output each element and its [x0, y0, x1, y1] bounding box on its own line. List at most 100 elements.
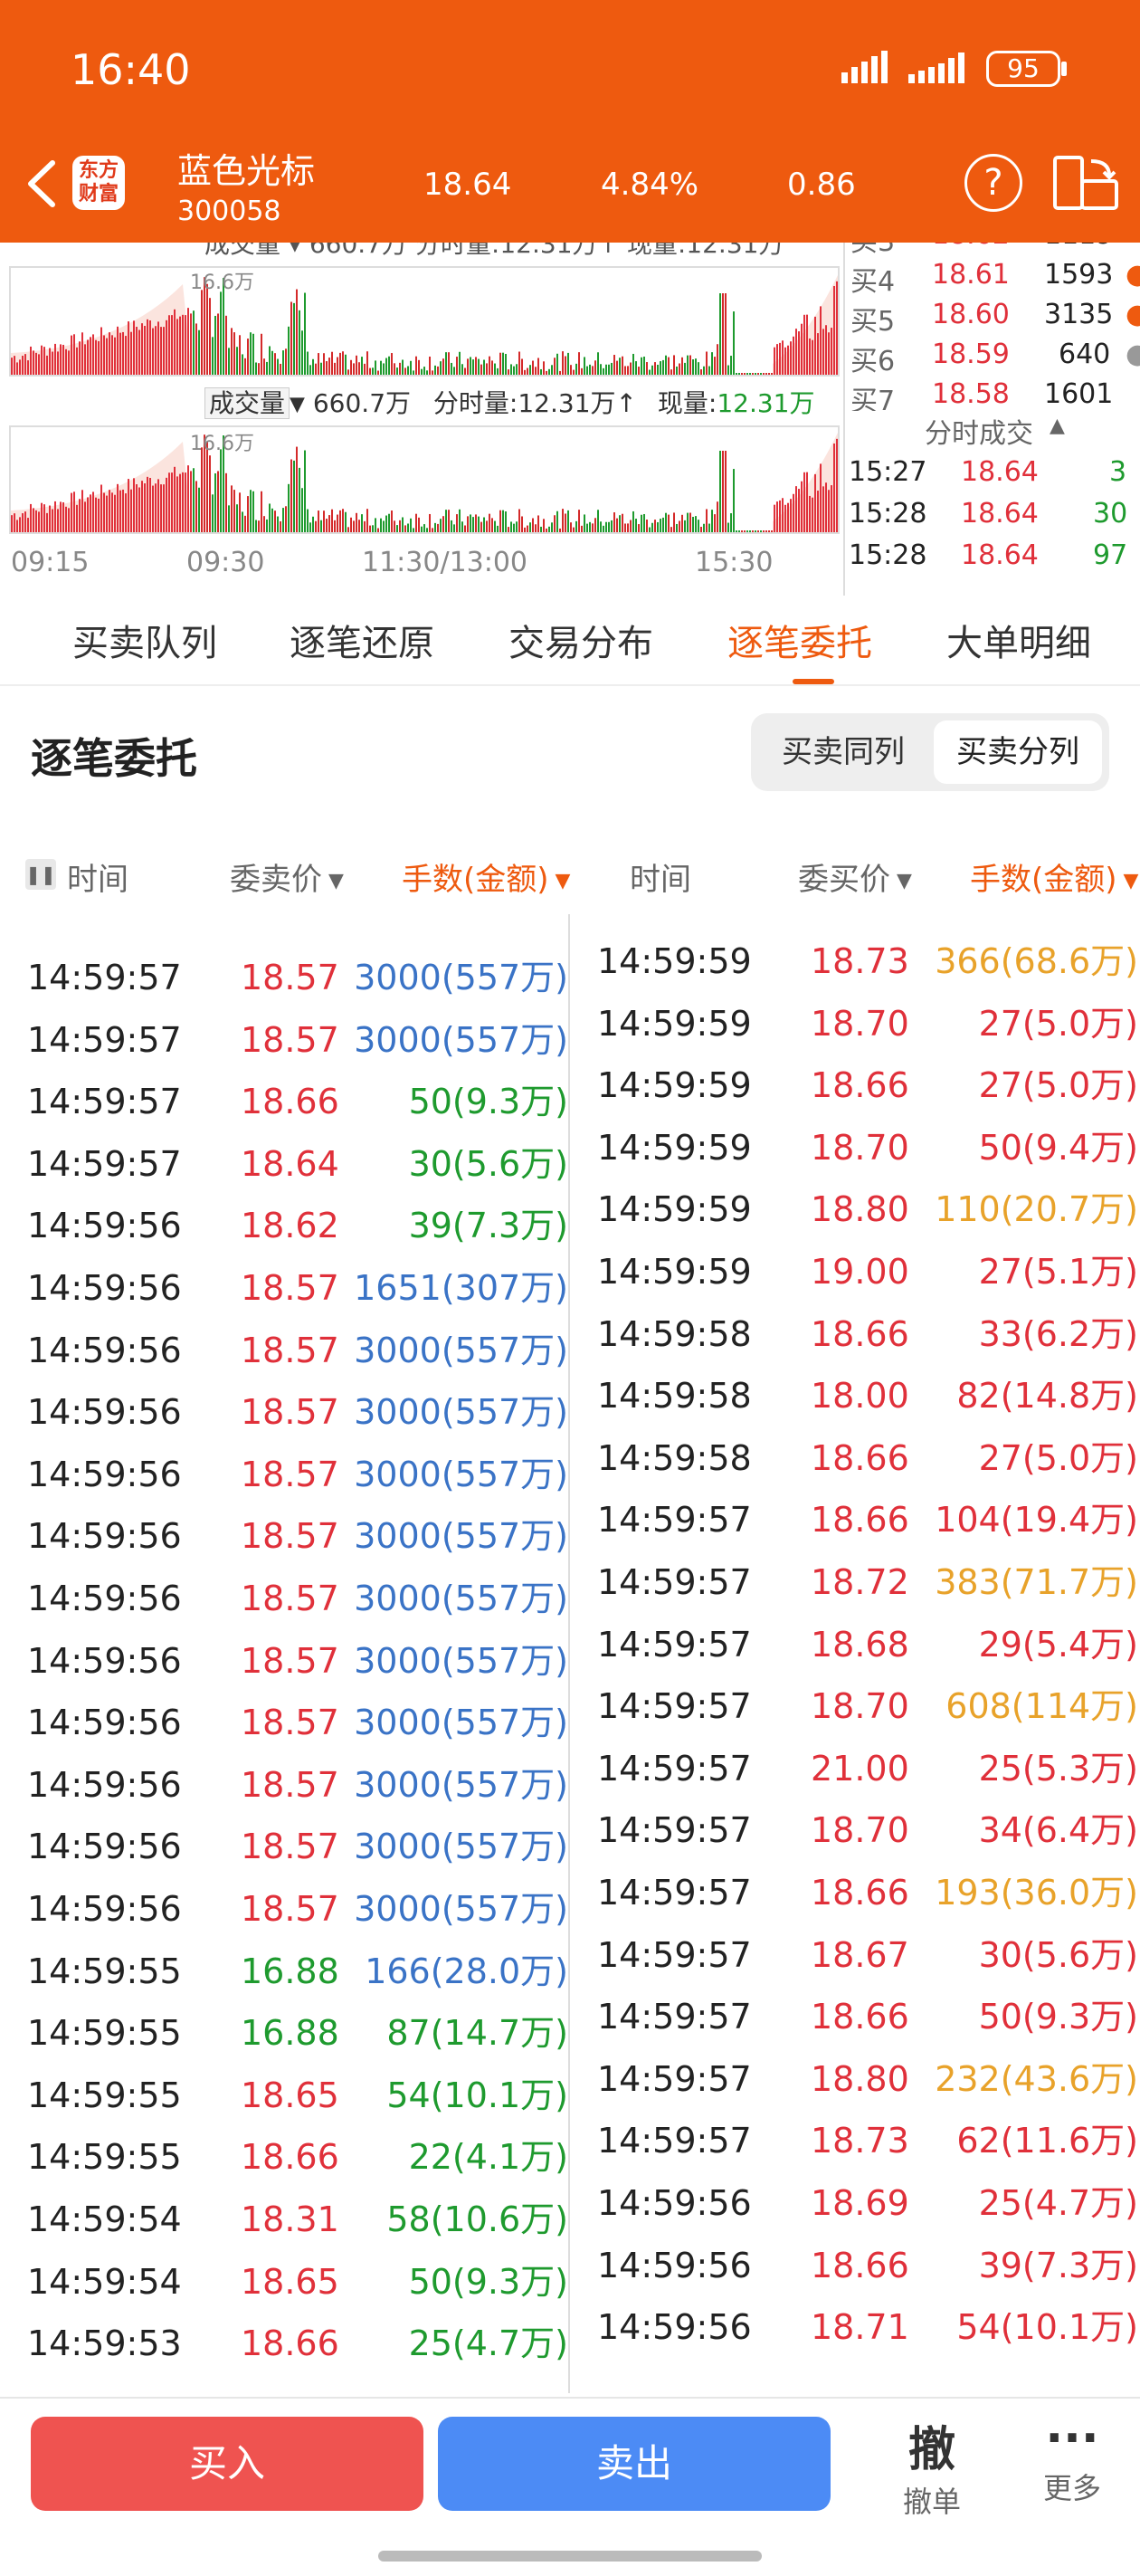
- volume-bar: [828, 332, 830, 375]
- order-time: 14:59:57: [27, 1082, 182, 1122]
- volume-bar: [111, 492, 113, 532]
- order-quantity: 50(9.4万): [978, 1127, 1138, 1168]
- volume-bar: [144, 326, 146, 375]
- volume-bar: [152, 485, 154, 532]
- tick-list-header[interactable]: 分时成交 ▲: [845, 411, 1140, 451]
- order-quantity: 39(7.3万): [408, 1206, 568, 1246]
- order-price: 18.57: [241, 1019, 339, 1060]
- volume-bar: [111, 335, 113, 375]
- volume-label[interactable]: 成交量 ▼ 660.7万 分时量:12.31万↑ 现量:12.31万: [204, 384, 815, 420]
- volume-bar: [600, 364, 602, 375]
- volume-bar: [423, 367, 425, 375]
- cancel-order-button[interactable]: 撤 撤单: [896, 2411, 968, 2521]
- volume-bar: [499, 510, 501, 532]
- volume-bar: [250, 332, 252, 375]
- volume-bar: [822, 486, 824, 532]
- volume-bar: [263, 516, 265, 532]
- order-price: 18.57: [241, 1330, 339, 1370]
- volume-bar: [309, 522, 311, 532]
- order-price: 18.68: [811, 1624, 909, 1665]
- sell-order-row: 14:59:57 18.66 50(9.3万): [0, 1071, 568, 1132]
- home-indicator[interactable]: [378, 2551, 762, 2562]
- volume-bar: [220, 291, 222, 375]
- order-time: 14:59:58: [597, 1313, 752, 1354]
- volume-bar: [315, 363, 317, 375]
- volume-bar: [231, 485, 233, 532]
- volume-bar: [35, 352, 37, 375]
- time-tick-0930: 09:30: [186, 547, 265, 578]
- tab-queue[interactable]: 买卖队列: [72, 614, 217, 666]
- order-time: 14:59:56: [27, 1579, 182, 1618]
- order-price: 18.66: [811, 1065, 909, 1106]
- volume-bar: [763, 373, 765, 375]
- toggle-same-column[interactable]: 买卖同列: [760, 720, 926, 784]
- sell-button[interactable]: 卖出: [438, 2417, 831, 2511]
- more-button[interactable]: ··· 更多: [1031, 2411, 1113, 2507]
- tab-distribution[interactable]: 交易分布: [508, 614, 653, 666]
- volume-bar: [201, 447, 203, 532]
- volume-bar: [328, 358, 330, 375]
- volume-bar: [87, 339, 89, 375]
- pause-icon[interactable]: ❚❚: [25, 854, 56, 891]
- volume-bar: [125, 336, 127, 375]
- volume-bar: [331, 351, 333, 375]
- volume-bar: [790, 341, 792, 375]
- order-time: 14:59:57: [597, 1873, 752, 1913]
- volume-bar: [14, 356, 15, 375]
- help-button[interactable]: ?: [964, 154, 1022, 212]
- sell-order-row: 14:59:57 18.57 3000(557万): [0, 1009, 568, 1071]
- volume-bar: [364, 363, 366, 375]
- sell-qty-header[interactable]: 手数(金额) ▼: [402, 854, 570, 899]
- volume-bar: [290, 459, 292, 532]
- volume-bar: [432, 528, 433, 532]
- volume-bar: [448, 352, 450, 375]
- volume-bar: [668, 514, 670, 532]
- tab-big-orders[interactable]: 大单明细: [946, 614, 1091, 666]
- volume-bar: [551, 522, 553, 532]
- volume-selector[interactable]: 成交量: [204, 387, 290, 419]
- sell-price-header[interactable]: 委卖价 ▼: [230, 854, 344, 899]
- order-quantity: 383(71.7万): [935, 1562, 1138, 1602]
- volume-bar: [635, 361, 637, 375]
- tab-order-by-order[interactable]: 逐笔委托: [727, 614, 872, 666]
- order-quantity: 3000(557万): [354, 1454, 568, 1494]
- volume-bar: [806, 472, 808, 532]
- buy-qty-header[interactable]: 手数(金额) ▼: [970, 854, 1138, 899]
- volume-bar: [27, 518, 29, 532]
- volume-bar: [809, 495, 811, 532]
- sell-order-row: 14:59:56 18.62 39(7.3万): [0, 1195, 568, 1256]
- volume-bar: [654, 520, 656, 532]
- volume-bar: [543, 519, 545, 532]
- toggle-split-column[interactable]: 买卖分列: [934, 720, 1102, 784]
- volume-bar: [326, 519, 328, 532]
- volume-bar: [817, 491, 819, 532]
- volume-bar: [518, 351, 520, 375]
- volume-bar: [733, 311, 735, 375]
- back-button[interactable]: [16, 152, 71, 215]
- volume-bar: [293, 460, 295, 532]
- volume-bar: [19, 517, 21, 532]
- order-quantity: 25(4.7万): [978, 2183, 1138, 2223]
- order-time: 14:59:56: [27, 1703, 182, 1743]
- volume-bar: [247, 496, 249, 532]
- volume-bar: [703, 366, 705, 375]
- volume-bar: [60, 344, 62, 375]
- buy-price-header[interactable]: 委买价 ▼: [798, 854, 912, 899]
- fenshi-volume: 分时量:12.31万↑: [432, 388, 637, 418]
- app-logo[interactable]: 东方 财富: [72, 156, 125, 210]
- volume-bar: [38, 511, 40, 532]
- volume-bar: [722, 451, 724, 532]
- order-quantity: 58(10.6万): [386, 2199, 568, 2239]
- volume-bar: [440, 519, 442, 532]
- order-quantity: 34(6.4万): [978, 1810, 1138, 1851]
- volume-bar: [318, 353, 319, 375]
- volume-bar: [771, 530, 773, 532]
- tab-restore[interactable]: 逐笔还原: [290, 614, 434, 666]
- volume-bar: [119, 332, 121, 375]
- volume-bar: [573, 369, 575, 375]
- buy-button[interactable]: 买入: [31, 2417, 423, 2511]
- volume-bar: [247, 339, 249, 375]
- rotate-screen-icon[interactable]: [1051, 154, 1120, 212]
- order-price: 18.66: [811, 1873, 909, 1913]
- logo-text-bottom: 财富: [78, 183, 119, 205]
